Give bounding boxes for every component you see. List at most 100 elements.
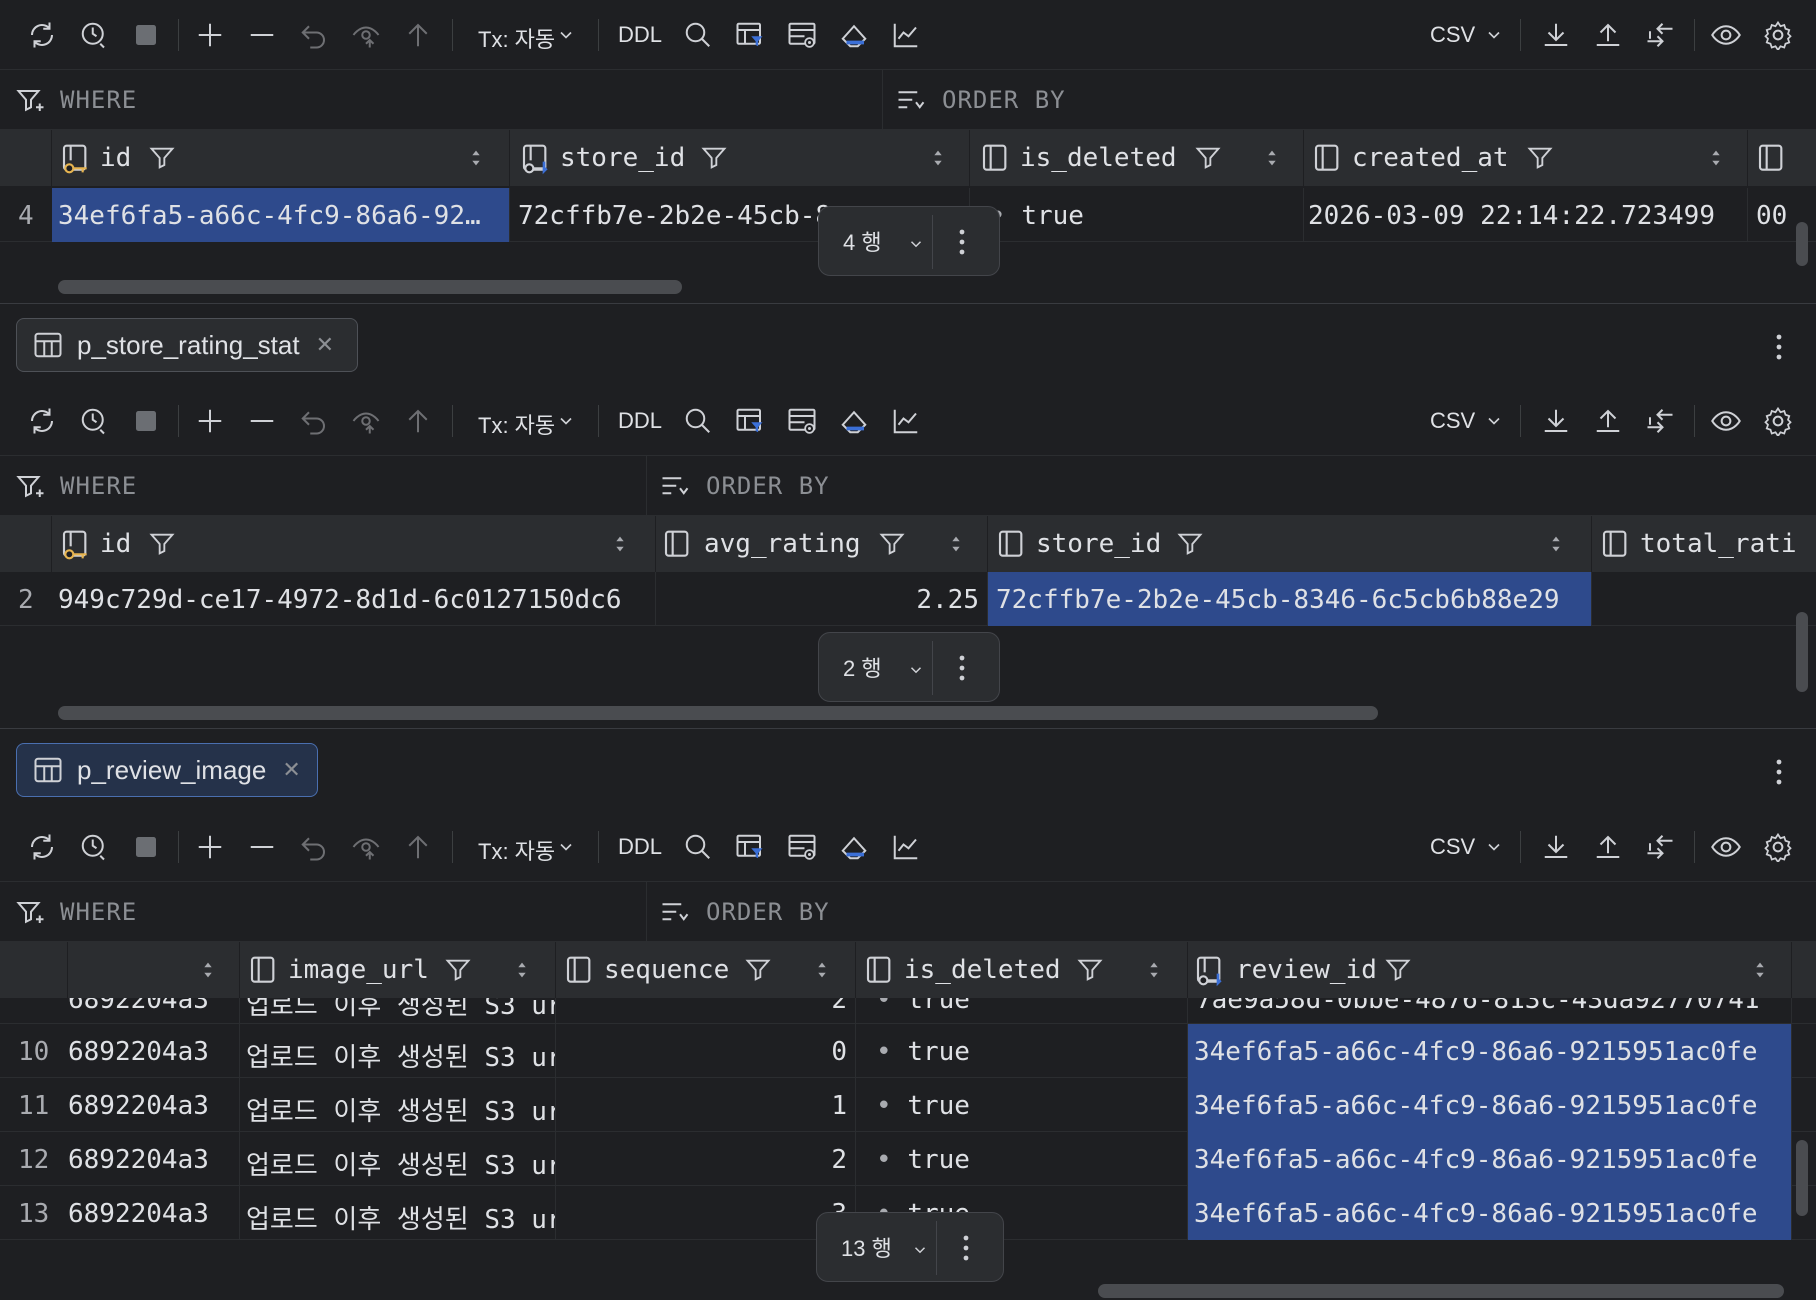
- table-row[interactable]: 11 6892204a3 업로드 이후 생성된 S3 ur 1 • true 34ef6f…: [0, 1078, 1816, 1132]
- sort-icon[interactable]: [1144, 959, 1164, 981]
- column-filter-icon[interactable]: [1194, 144, 1222, 172]
- vertical-scrollbar[interactable]: [1796, 1140, 1808, 1216]
- close-icon[interactable]: ✕: [282, 758, 300, 783]
- history-icon[interactable]: [76, 17, 112, 53]
- search-icon[interactable]: [680, 403, 716, 439]
- cell-store-id[interactable]: 72cffb7e-2b2e-45cb-8346-6c5cb6b88e29: [988, 572, 1592, 626]
- cell-extra[interactable]: 000: [1748, 188, 1788, 242]
- table-view-icon[interactable]: [784, 403, 820, 439]
- column-header-more[interactable]: [1748, 130, 1816, 186]
- table-filter-icon[interactable]: [732, 403, 768, 439]
- sort-icon[interactable]: [512, 959, 532, 981]
- gear-icon[interactable]: [1760, 403, 1796, 439]
- sort-icon[interactable]: [198, 959, 218, 981]
- revert-icon[interactable]: [296, 403, 332, 439]
- erase-icon[interactable]: [836, 403, 872, 439]
- where-input[interactable]: WHERE: [60, 898, 137, 926]
- row-count-popup[interactable]: 4 행: [818, 206, 1000, 276]
- sort-icon[interactable]: [928, 147, 948, 169]
- sort-icon[interactable]: [1546, 533, 1566, 555]
- more-options-icon[interactable]: [961, 1233, 971, 1263]
- delete-row-icon[interactable]: [244, 403, 280, 439]
- cell-created-at[interactable]: 2026-03-09 22:14:22.723499: [1304, 188, 1748, 242]
- refresh-icon[interactable]: [24, 403, 60, 439]
- preview-submit-icon[interactable]: [348, 829, 384, 865]
- table-row[interactable]: 12 6892204a3 업로드 이후 생성된 S3 ur 2 • true 34ef6f…: [0, 1132, 1816, 1186]
- cell-image-url[interactable]: 업로드 이후 생성된 S3 ur: [240, 1024, 556, 1078]
- upload-icon[interactable]: [1590, 829, 1626, 865]
- tab-p-review-image[interactable]: p_review_image ✕: [16, 743, 318, 797]
- tx-mode-dropdown[interactable]: Tx: 자동: [478, 22, 555, 54]
- sort-icon[interactable]: [466, 147, 486, 169]
- stop-icon[interactable]: [128, 403, 164, 439]
- cell-is-deleted[interactable]: • true: [856, 1024, 1188, 1078]
- download-icon[interactable]: [1538, 403, 1574, 439]
- cell-review-id[interactable]: 34ef6fa5-a66c-4fc9-86a6-9215951ac0fe: [1188, 1186, 1792, 1240]
- sort-icon[interactable]: [1262, 147, 1282, 169]
- table-row[interactable]: 10 6892204a3 업로드 이후 생성된 S3 ur 0 • true 34ef6f…: [0, 1024, 1816, 1078]
- gear-icon[interactable]: [1760, 829, 1796, 865]
- cell-sequence[interactable]: 1: [556, 1078, 856, 1132]
- sort-icon[interactable]: [812, 959, 832, 981]
- tx-mode-dropdown[interactable]: Tx: 자동: [478, 408, 555, 440]
- cell-total-rating[interactable]: [1592, 572, 1796, 626]
- column-header-is-deleted[interactable]: is_deleted: [856, 942, 1188, 998]
- cell-review-id[interactable]: 34ef6fa5-a66c-4fc9-86a6-9215951ac0fe: [1188, 1132, 1792, 1186]
- chart-icon[interactable]: [888, 829, 924, 865]
- where-input[interactable]: WHERE: [60, 86, 137, 114]
- sort-icon[interactable]: [946, 533, 966, 555]
- add-row-icon[interactable]: [192, 403, 228, 439]
- stop-icon[interactable]: [128, 829, 164, 865]
- cell-sequence[interactable]: 3: [556, 1186, 856, 1240]
- row-count-popup[interactable]: 2 행: [818, 632, 1000, 702]
- ddl-button[interactable]: DDL: [618, 22, 662, 48]
- cell-id[interactable]: 6892204a3: [68, 1024, 240, 1078]
- chart-icon[interactable]: [888, 17, 924, 53]
- column-filter-icon[interactable]: [1076, 956, 1104, 984]
- csv-dropdown[interactable]: CSV: [1430, 408, 1475, 434]
- more-options-icon[interactable]: [957, 227, 967, 257]
- column-header-review-id[interactable]: review_id: [1188, 942, 1792, 998]
- cell-id[interactable]: 6892204a3: [68, 1186, 240, 1240]
- ddl-button[interactable]: DDL: [618, 408, 662, 434]
- cell-sequence[interactable]: 0: [556, 1024, 856, 1078]
- column-header-id[interactable]: [68, 942, 240, 998]
- upload-icon[interactable]: [1590, 17, 1626, 53]
- more-options-icon[interactable]: [1774, 332, 1784, 362]
- cell-id[interactable]: 949c729d-ce17-4972-8d1d-6c0127150dc6: [52, 572, 656, 626]
- delete-row-icon[interactable]: [244, 829, 280, 865]
- add-row-icon[interactable]: [192, 829, 228, 865]
- column-header-id[interactable]: id: [52, 516, 656, 572]
- sort-icon[interactable]: [610, 533, 630, 555]
- download-icon[interactable]: [1538, 17, 1574, 53]
- column-filter-icon[interactable]: [1176, 530, 1204, 558]
- table-view-icon[interactable]: [784, 17, 820, 53]
- add-row-icon[interactable]: [192, 17, 228, 53]
- tx-mode-dropdown[interactable]: Tx: 자동: [478, 834, 555, 866]
- refresh-icon[interactable]: [24, 829, 60, 865]
- order-by-input[interactable]: ORDER BY: [706, 472, 830, 500]
- cell-is-deleted[interactable]: • true: [856, 1132, 1188, 1186]
- sort-icon[interactable]: [1706, 147, 1726, 169]
- history-icon[interactable]: [76, 829, 112, 865]
- order-by-input[interactable]: ORDER BY: [942, 86, 1066, 114]
- column-filter-icon[interactable]: [148, 144, 176, 172]
- gear-icon[interactable]: [1760, 17, 1796, 53]
- table-row[interactable]: 2 949c729d-ce17-4972-8d1d-6c0127150dc6 2…: [0, 572, 1816, 626]
- order-by-input[interactable]: ORDER BY: [706, 898, 830, 926]
- column-header-created-at[interactable]: created_at: [1304, 130, 1748, 186]
- column-header-is-deleted[interactable]: is_deleted: [970, 130, 1304, 186]
- search-icon[interactable]: [680, 829, 716, 865]
- horizontal-scrollbar[interactable]: [1098, 1284, 1784, 1298]
- tab-p-store-rating-stat[interactable]: p_store_rating_stat ✕: [16, 318, 358, 372]
- compare-icon[interactable]: [1642, 829, 1678, 865]
- cell-review-id[interactable]: 34ef6fa5-a66c-4fc9-86a6-9215951ac0fe: [1188, 1024, 1792, 1078]
- revert-icon[interactable]: [296, 17, 332, 53]
- download-icon[interactable]: [1538, 829, 1574, 865]
- table-row-partial[interactable]: 6892204a3 업로드 이후 생성된 S3 ur 2 • true 7ae9…: [0, 998, 1816, 1024]
- cell-review-id[interactable]: 34ef6fa5-a66c-4fc9-86a6-9215951ac0fe: [1188, 1078, 1792, 1132]
- compare-icon[interactable]: [1642, 17, 1678, 53]
- cell-image-url[interactable]: 업로드 이후 생성된 S3 ur: [240, 1186, 556, 1240]
- view-icon[interactable]: [1708, 17, 1744, 53]
- column-header-store-id[interactable]: store_id: [988, 516, 1592, 572]
